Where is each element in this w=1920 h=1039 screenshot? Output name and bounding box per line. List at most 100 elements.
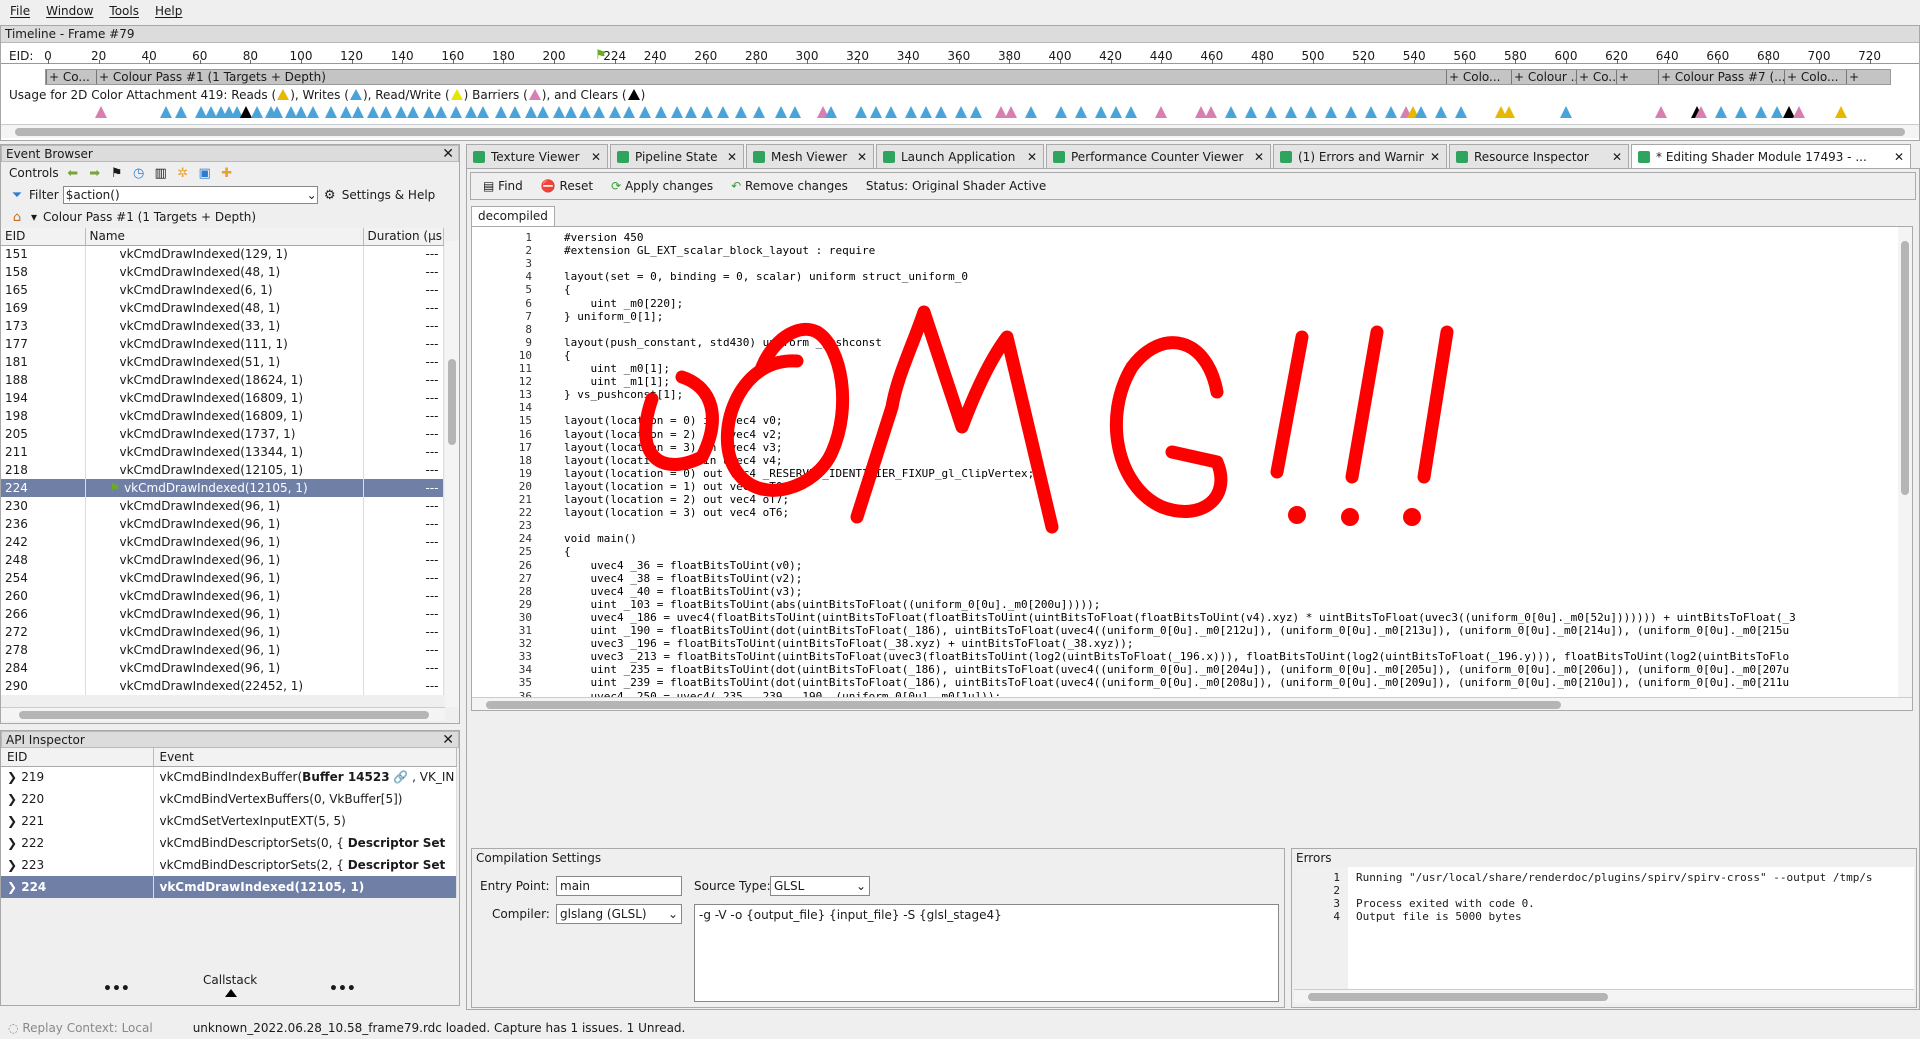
close-icon[interactable]: ✕: [857, 150, 867, 164]
event-row[interactable]: 272 vkCmdDrawIndexed(96, 1) ---: [1, 623, 444, 641]
usage-marker-icon[interactable]: [537, 106, 549, 118]
pass-marker[interactable]: +: [1846, 70, 1866, 84]
usage-marker-icon[interactable]: [395, 106, 407, 118]
usage-marker-icon[interactable]: [885, 106, 897, 118]
chevron-right-icon[interactable]: ❯: [7, 880, 21, 894]
find-button[interactable]: ▤ Find: [483, 179, 523, 193]
arrow-right-icon[interactable]: ➡: [87, 165, 103, 181]
column-event[interactable]: Event: [153, 748, 457, 767]
event-row[interactable]: 151 vkCmdDrawIndexed(129, 1) ---: [1, 245, 444, 263]
breadcrumb-item[interactable]: Colour Pass #1 (1 Targets + Depth): [43, 210, 256, 224]
usage-marker-icon[interactable]: [1095, 106, 1107, 118]
usage-marker-icon[interactable]: [1225, 106, 1237, 118]
close-icon[interactable]: ✕: [727, 150, 737, 164]
usage-marker-icon[interactable]: [775, 106, 787, 118]
usage-marker-icon[interactable]: [717, 106, 729, 118]
tab-item[interactable]: Pipeline State ✕: [610, 144, 744, 168]
event-row[interactable]: 266 vkCmdDrawIndexed(96, 1) ---: [1, 605, 444, 623]
api-row[interactable]: ❯ 220 vkCmdBindVertexBuffers(0, VkBuffer[…: [1, 788, 457, 810]
usage-marker-icon[interactable]: [593, 106, 605, 118]
usage-marker-icon[interactable]: [495, 106, 507, 118]
usage-marker-icon[interactable]: [905, 106, 917, 118]
usage-marker-icon[interactable]: [325, 106, 337, 118]
home-icon[interactable]: ⌂: [9, 209, 25, 225]
usage-marker-icon[interactable]: [1125, 106, 1137, 118]
usage-marker-icon[interactable]: [1025, 106, 1037, 118]
usage-marker-icon[interactable]: [1771, 106, 1783, 118]
compiler-args-input[interactable]: -g -V -o {output_file} {input_file} -S {…: [694, 904, 1279, 1002]
settings-icon[interactable]: ⚙: [322, 187, 338, 203]
compiler-select[interactable]: glslang (GLSL) ⌄: [556, 904, 682, 924]
tab-item[interactable]: Performance Counter Viewer ✕: [1046, 144, 1271, 168]
code-hscroll[interactable]: [472, 697, 1912, 710]
usage-marker-icon[interactable]: [450, 106, 462, 118]
usage-marker-icon[interactable]: [1055, 106, 1067, 118]
usage-marker-icon[interactable]: [271, 106, 283, 118]
code-vscroll[interactable]: [1898, 227, 1912, 697]
usage-marker-icon[interactable]: [160, 106, 172, 118]
chevron-right-icon[interactable]: ❯: [7, 858, 21, 872]
event-row[interactable]: 188 vkCmdDrawIndexed(18624, 1) ---: [1, 371, 444, 389]
usage-marker-icon[interactable]: [1265, 106, 1277, 118]
event-row[interactable]: 173 vkCmdDrawIndexed(33, 1) ---: [1, 317, 444, 335]
usage-marker-icon[interactable]: [701, 106, 713, 118]
tab-item[interactable]: Texture Viewer ✕: [466, 144, 608, 168]
chevron-right-icon[interactable]: ❯: [7, 814, 21, 828]
bookmark-icon[interactable]: ⚑: [109, 165, 125, 181]
event-row[interactable]: 260 vkCmdDrawIndexed(96, 1) ---: [1, 587, 444, 605]
usage-marker-icon[interactable]: [1005, 106, 1017, 118]
reset-button[interactable]: ⛔ Reset: [541, 179, 593, 193]
usage-marker-icon[interactable]: [609, 106, 621, 118]
remove-button[interactable]: ↶ Remove changes: [731, 179, 848, 193]
puzzle-icon[interactable]: ✚: [219, 165, 235, 181]
event-row[interactable]: 284 vkCmdDrawIndexed(96, 1) ---: [1, 659, 444, 677]
usage-marker-icon[interactable]: [870, 106, 882, 118]
event-row[interactable]: 254 vkCmdDrawIndexed(96, 1) ---: [1, 569, 444, 587]
tab-decompiled[interactable]: decompiled: [471, 206, 555, 226]
usage-marker-icon[interactable]: [553, 106, 565, 118]
usage-marker-icon[interactable]: [465, 106, 477, 118]
menu-file[interactable]: File: [10, 4, 30, 18]
usage-marker-icon[interactable]: [1285, 106, 1297, 118]
usage-marker-icon[interactable]: [1305, 106, 1317, 118]
code-vscroll-thumb[interactable]: [1901, 241, 1909, 495]
close-icon[interactable]: ✕: [1027, 150, 1037, 164]
event-row[interactable]: 165 vkCmdDrawIndexed(6, 1) ---: [1, 281, 444, 299]
usage-marker-icon[interactable]: [935, 106, 947, 118]
column-duration[interactable]: Duration (µs: [363, 228, 444, 246]
usage-marker-icon[interactable]: [920, 106, 932, 118]
code-editor[interactable]: 1 #version 450 2 #extension GL_EXT_scalar_b…: [471, 226, 1913, 711]
api-resource-link[interactable]: Buffer 14523: [302, 770, 389, 784]
column-name[interactable]: Name: [85, 228, 364, 246]
close-icon[interactable]: ✕: [442, 732, 458, 748]
timeline-scroll-thumb[interactable]: [15, 128, 1905, 136]
entry-point-input[interactable]: main: [556, 876, 682, 896]
chevron-right-icon[interactable]: ❯: [7, 836, 21, 850]
usage-marker-icon[interactable]: [380, 106, 392, 118]
menu-help[interactable]: Help: [155, 4, 182, 18]
usage-marker-icon[interactable]: [251, 106, 263, 118]
pass-marker[interactable]: + Colour Pass #1 (1 Targets + Depth): [96, 70, 1496, 84]
usage-marker-icon[interactable]: [367, 106, 379, 118]
chevron-right-icon[interactable]: ❯: [7, 770, 21, 784]
usage-marker-icon[interactable]: [1695, 106, 1707, 118]
event-row[interactable]: 248 vkCmdDrawIndexed(96, 1) ---: [1, 551, 444, 569]
pass-marker[interactable]: + Co...: [46, 70, 96, 84]
event-row[interactable]: 218 vkCmdDrawIndexed(12105, 1) ---: [1, 461, 444, 479]
replay-context[interactable]: ◌ Replay Context: Local: [8, 1021, 153, 1035]
clock-icon[interactable]: ◷: [131, 165, 147, 181]
event-row[interactable]: 205 vkCmdDrawIndexed(1737, 1) ---: [1, 425, 444, 443]
api-resource-link[interactable]: Descriptor Set: [348, 836, 446, 850]
usage-marker-icon[interactable]: [671, 106, 683, 118]
usage-marker-icon[interactable]: [825, 106, 837, 118]
usage-marker-icon[interactable]: [423, 106, 435, 118]
close-icon[interactable]: ✕: [1254, 150, 1264, 164]
close-icon[interactable]: ✕: [1612, 150, 1622, 164]
event-row[interactable]: 181 vkCmdDrawIndexed(51, 1) ---: [1, 353, 444, 371]
event-row[interactable]: 290 vkCmdDrawIndexed(22452, 1) ---: [1, 677, 444, 695]
event-vscroll[interactable]: [445, 241, 459, 707]
errors-output[interactable]: 1 Running "/usr/local/share/renderdoc/plu…: [1294, 867, 1914, 989]
filter-input[interactable]: $action() ⌄: [62, 186, 318, 204]
usage-marker-icon[interactable]: [753, 106, 765, 118]
pass-marker[interactable]: + Colo...: [1446, 70, 1511, 84]
